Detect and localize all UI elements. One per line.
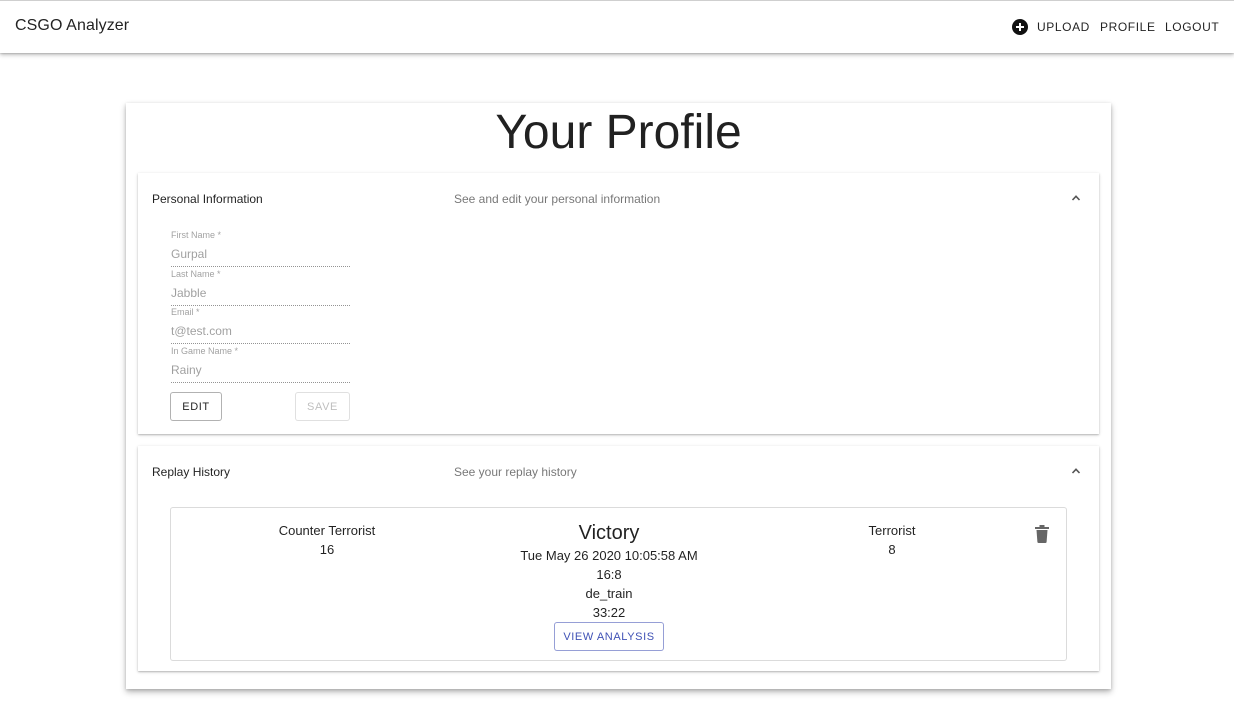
upload-button[interactable]: UPLOAD: [1012, 19, 1090, 35]
logout-button[interactable]: LOGOUT: [1165, 19, 1219, 35]
first-name-input[interactable]: [171, 244, 350, 264]
email-field: Email *: [171, 307, 350, 344]
match-score: 16:8: [596, 567, 622, 582]
replay-history-heading[interactable]: Replay History: [152, 465, 230, 479]
chevron-up-icon[interactable]: [1071, 466, 1081, 476]
replay-history-panel: Replay History See your replay history C…: [138, 446, 1099, 671]
profile-button[interactable]: PROFILE: [1100, 19, 1156, 35]
match-map: de_train: [585, 586, 633, 601]
left-team-name: Counter Terrorist: [278, 523, 376, 538]
terrorist-team: Terrorist 8: [792, 521, 992, 559]
view-analysis-button[interactable]: VIEW ANALYSIS: [554, 622, 664, 651]
last-name-field: Last Name *: [171, 269, 350, 306]
chevron-up-icon[interactable]: [1071, 193, 1081, 203]
counter-terrorist-team: Counter Terrorist 16: [227, 521, 427, 559]
personal-info-subheading: See and edit your personal information: [454, 192, 661, 206]
profile-card: Your Profile Personal Information See an…: [126, 103, 1111, 689]
replay-item: Counter Terrorist 16 Victory Tue May 26 …: [170, 507, 1067, 661]
left-team-score: 16: [319, 542, 335, 557]
first-name-label: First Name *: [171, 230, 222, 240]
last-name-label: Last Name *: [171, 269, 221, 279]
in-game-name-input[interactable]: [171, 360, 350, 380]
in-game-name-field: In Game Name *: [171, 346, 350, 383]
last-name-input[interactable]: [171, 283, 350, 303]
save-button[interactable]: SAVE: [295, 392, 350, 421]
page-title: Your Profile: [495, 106, 742, 159]
replay-history-subheading: See your replay history: [454, 465, 577, 479]
logout-label: LOGOUT: [1165, 20, 1220, 34]
right-team-score: 8: [888, 542, 896, 557]
edit-button[interactable]: EDIT: [170, 392, 222, 421]
first-name-field: First Name *: [171, 230, 350, 267]
right-team-name: Terrorist: [868, 523, 916, 538]
personal-info-heading[interactable]: Personal Information: [152, 192, 263, 206]
match-duration: 33:22: [592, 605, 626, 620]
app-bar: CSGO Analyzer UPLOAD PROFILE LOGOUT: [0, 0, 1234, 53]
upload-label: UPLOAD: [1037, 20, 1090, 34]
email-label: Email *: [171, 307, 200, 317]
email-input[interactable]: [171, 321, 350, 341]
add-circle-icon: [1012, 19, 1028, 35]
trash-icon[interactable]: [1034, 525, 1050, 543]
match-date: Tue May 26 2020 10:05:58 AM: [520, 548, 698, 563]
app-title: CSGO Analyzer: [15, 17, 130, 34]
match-summary: Victory Tue May 26 2020 10:05:58 AM 16:8…: [459, 520, 759, 622]
match-result: Victory: [578, 522, 640, 544]
profile-label: PROFILE: [1100, 20, 1156, 34]
personal-info-panel: Personal Information See and edit your p…: [138, 173, 1099, 434]
in-game-name-label: In Game Name *: [171, 346, 239, 356]
